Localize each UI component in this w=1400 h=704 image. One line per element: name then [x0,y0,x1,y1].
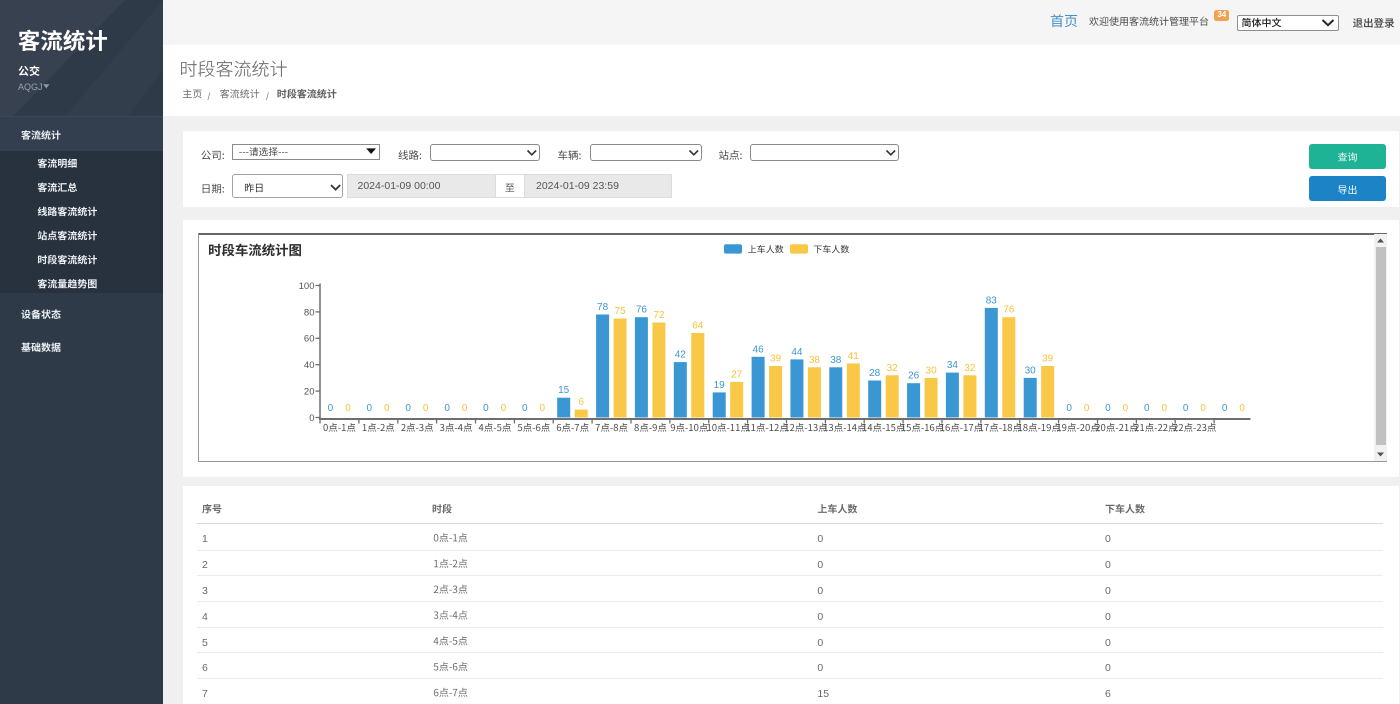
svg-text:0: 0 [345,403,351,414]
svg-text:38: 38 [830,355,842,366]
svg-text:0: 0 [1183,403,1189,414]
svg-text:60: 60 [304,334,315,345]
svg-text:27: 27 [731,369,743,380]
svg-text:0: 0 [540,403,546,414]
svg-text:40: 40 [304,360,315,371]
svg-text:83: 83 [986,295,998,306]
svg-text:30: 30 [926,365,938,376]
svg-text:0: 0 [1123,403,1129,414]
svg-text:0: 0 [444,403,450,414]
svg-text:44: 44 [791,347,803,358]
svg-text:72: 72 [653,310,665,321]
svg-text:38: 38 [809,355,821,366]
svg-text:0: 0 [1066,403,1072,414]
svg-text:28: 28 [869,368,881,379]
svg-text:0: 0 [1200,403,1206,414]
svg-text:0: 0 [1105,403,1111,414]
svg-text:0: 0 [501,403,507,414]
svg-text:0: 0 [309,413,314,424]
svg-text:64: 64 [692,321,704,332]
svg-text:76: 76 [636,305,648,316]
svg-text:42: 42 [675,350,687,361]
svg-text:41: 41 [848,351,860,362]
svg-text:6: 6 [578,397,584,408]
svg-text:0: 0 [483,403,489,414]
svg-text:100: 100 [299,281,315,292]
svg-text:0: 0 [1222,403,1228,414]
svg-text:0: 0 [1162,403,1168,414]
svg-text:39: 39 [770,354,782,365]
svg-text:80: 80 [304,307,315,318]
svg-text:76: 76 [1003,305,1015,316]
svg-text:0: 0 [384,403,390,414]
svg-text:39: 39 [1042,354,1054,365]
svg-text:30: 30 [1025,365,1037,376]
svg-text:15: 15 [558,385,570,396]
svg-text:0: 0 [1144,403,1150,414]
svg-text:0: 0 [405,403,411,414]
svg-text:78: 78 [597,302,609,313]
svg-text:20: 20 [304,387,315,398]
svg-text:0: 0 [328,403,334,414]
svg-text:19: 19 [714,380,726,391]
svg-text:32: 32 [964,363,976,374]
svg-text:0: 0 [1084,403,1090,414]
svg-text:32: 32 [887,363,899,374]
svg-text:0: 0 [423,403,429,414]
svg-text:0: 0 [367,403,373,414]
svg-text:0: 0 [1239,403,1245,414]
svg-text:26: 26 [908,371,920,382]
svg-text:0: 0 [462,403,468,414]
svg-text:34: 34 [947,360,959,371]
svg-text:75: 75 [615,306,627,317]
svg-text:0: 0 [522,403,528,414]
svg-text:46: 46 [753,344,765,355]
